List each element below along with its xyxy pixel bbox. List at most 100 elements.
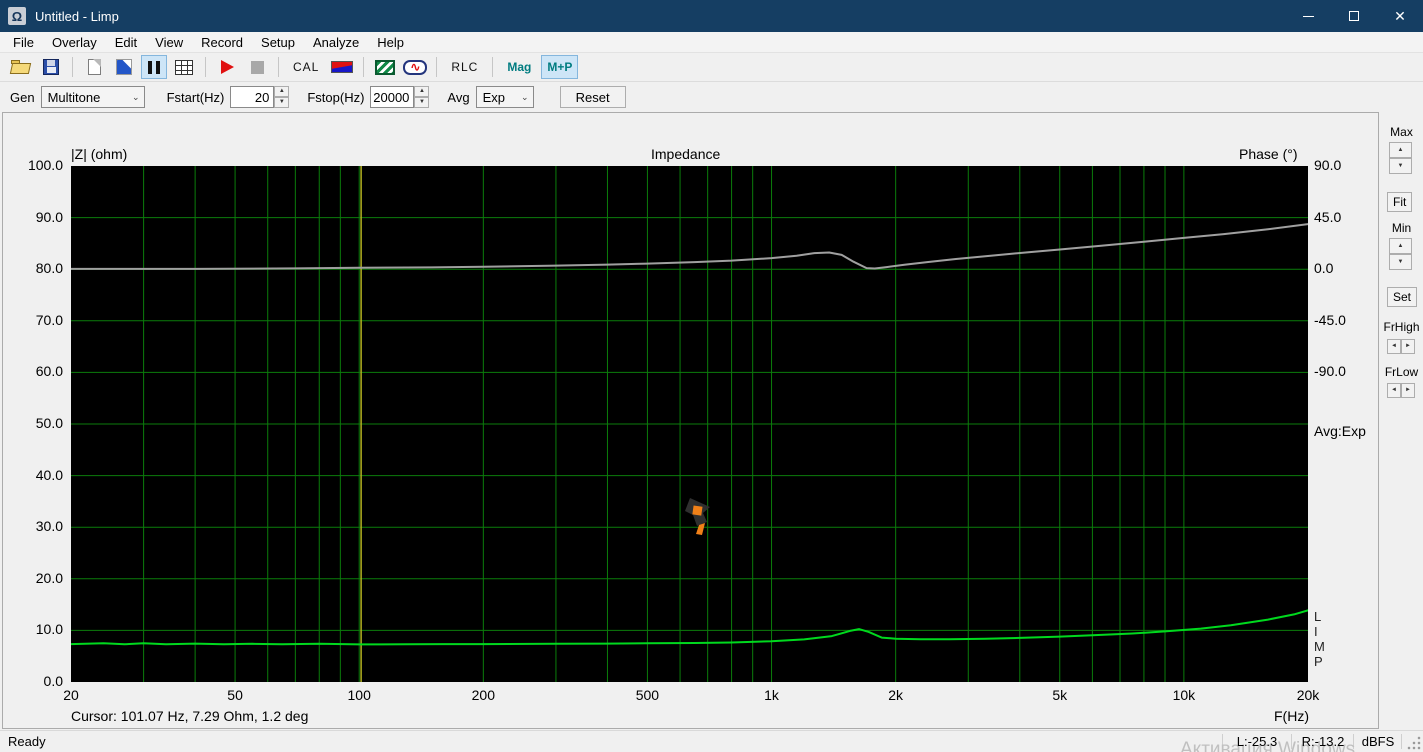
frlow-label: FrLow bbox=[1384, 365, 1419, 379]
pause-button[interactable] bbox=[141, 55, 167, 79]
min-label: Min bbox=[1391, 221, 1412, 235]
fstop-spinner[interactable]: ▲ ▼ bbox=[414, 86, 430, 108]
toolbar-separator bbox=[363, 57, 365, 77]
rlc-button[interactable]: RLC bbox=[445, 55, 484, 79]
frhigh-label: FrHigh bbox=[1383, 320, 1420, 334]
spinner-down-icon[interactable]: ▼ bbox=[1389, 158, 1412, 174]
left-axis-tick-label: 90.0 bbox=[35, 208, 63, 225]
mag-label: Mag bbox=[507, 60, 532, 74]
menu-item-edit[interactable]: Edit bbox=[106, 33, 146, 52]
menu-item-help[interactable]: Help bbox=[368, 33, 413, 52]
spinner-down-icon[interactable]: ▼ bbox=[1389, 254, 1412, 270]
reset-button[interactable]: Reset bbox=[559, 86, 626, 108]
colors-button[interactable] bbox=[111, 55, 137, 79]
chevron-down-icon: ⌄ bbox=[521, 91, 529, 102]
magnitude-phase-view-button[interactable]: M+P bbox=[541, 55, 579, 79]
toolbar-separator bbox=[72, 57, 73, 77]
max-spinner[interactable]: ▲ ▼ bbox=[1389, 142, 1412, 174]
table-button[interactable] bbox=[171, 55, 197, 79]
cursor-readout: Cursor: 101.07 Hz, 7.29 Ohm, 1.2 deg bbox=[71, 708, 309, 724]
x-axis-tick-label: 5k bbox=[1052, 687, 1068, 703]
pause-icon bbox=[148, 60, 160, 74]
right-axis-tick-label: 45.0 bbox=[1314, 208, 1342, 225]
menu-item-analyze[interactable]: Analyze bbox=[304, 33, 368, 52]
limp-watermark: LIMP bbox=[1314, 609, 1325, 669]
chart-panel: |Z| (ohm) Impedance Phase (°) Cursor: 10… bbox=[2, 112, 1379, 729]
avg-mode-text: Avg:Exp bbox=[1314, 423, 1366, 439]
spinner-down-icon[interactable]: ▼ bbox=[274, 97, 290, 108]
close-icon: ✕ bbox=[1394, 8, 1406, 24]
generator-button[interactable] bbox=[372, 55, 398, 79]
open-button[interactable] bbox=[8, 55, 34, 79]
stripes-icon bbox=[375, 59, 396, 75]
spinner-left-icon[interactable]: ◄ bbox=[1387, 383, 1401, 398]
plot-area[interactable] bbox=[70, 166, 1309, 682]
toolbar-separator bbox=[278, 57, 279, 77]
scale-control-panel: Max ▲ ▼ Fit Min ▲ ▼ Set FrHigh ◄ ► FrLow ◄ ► bbox=[1380, 112, 1423, 729]
x-axis-tick-label: 50 bbox=[227, 687, 243, 703]
menu-item-file[interactable]: File bbox=[4, 33, 43, 52]
frhigh-spinner[interactable]: ◄ ► bbox=[1387, 339, 1415, 354]
spinner-right-icon[interactable]: ► bbox=[1401, 339, 1415, 354]
save-floppy-icon bbox=[43, 59, 59, 75]
x-axis-tick-label: 20k bbox=[1296, 687, 1320, 703]
left-axis-tick-label: 0.0 bbox=[43, 673, 63, 689]
color-setup-icon bbox=[116, 59, 132, 75]
frlow-spinner[interactable]: ◄ ► bbox=[1387, 383, 1415, 398]
minimize-button[interactable] bbox=[1285, 0, 1331, 32]
flag-button[interactable] bbox=[329, 55, 355, 79]
left-axis-tick-label: 10.0 bbox=[35, 621, 63, 638]
generator-select[interactable]: Multitone ⌄ bbox=[40, 86, 145, 108]
menu-item-overlay[interactable]: Overlay bbox=[43, 33, 106, 52]
minimize-icon bbox=[1302, 15, 1314, 17]
spinner-up-icon[interactable]: ▲ bbox=[1389, 238, 1412, 254]
signal-button[interactable]: ∿ bbox=[402, 55, 428, 79]
left-axis-tick-label: 60.0 bbox=[35, 363, 63, 380]
spinner-left-icon[interactable]: ◄ bbox=[1387, 339, 1401, 354]
maximize-button[interactable] bbox=[1331, 0, 1377, 32]
right-axis-tick-label: 0.0 bbox=[1314, 260, 1334, 277]
x-axis-title: F(Hz) bbox=[1274, 708, 1309, 724]
menu-item-setup[interactable]: Setup bbox=[252, 33, 304, 52]
stop-button[interactable] bbox=[244, 55, 270, 79]
limp-letter: M bbox=[1314, 639, 1325, 654]
spinner-right-icon[interactable]: ► bbox=[1401, 383, 1415, 398]
menu-item-view[interactable]: View bbox=[146, 33, 192, 52]
fstart-spinner[interactable]: ▲ ▼ bbox=[274, 86, 290, 108]
fstart-input[interactable]: 20 bbox=[230, 86, 275, 108]
spinner-up-icon[interactable]: ▲ bbox=[414, 86, 430, 97]
set-button[interactable]: Set bbox=[1387, 287, 1418, 307]
table-grid-icon bbox=[175, 59, 193, 75]
copy-button[interactable] bbox=[81, 55, 107, 79]
close-button[interactable]: ✕ bbox=[1377, 0, 1423, 32]
x-axis-tick-label: 500 bbox=[635, 687, 660, 703]
spinner-up-icon[interactable]: ▲ bbox=[274, 86, 290, 97]
spinner-down-icon[interactable]: ▼ bbox=[414, 97, 430, 108]
avg-label: Avg bbox=[447, 89, 470, 105]
resize-grip[interactable] bbox=[1407, 736, 1421, 750]
right-axis-title: Phase (°) bbox=[1239, 146, 1298, 162]
left-axis-tick-label: 30.0 bbox=[35, 518, 63, 535]
status-units: dBFS bbox=[1361, 734, 1395, 749]
record-play-icon bbox=[220, 60, 234, 74]
magnitude-view-button[interactable]: Mag bbox=[501, 55, 537, 79]
title-bar: Ω Untitled - Limp ✕ bbox=[0, 0, 1423, 32]
avg-select[interactable]: Exp ⌄ bbox=[475, 86, 534, 108]
generator-select-value: Multitone bbox=[47, 89, 101, 105]
record-button[interactable] bbox=[214, 55, 240, 79]
calibrate-button[interactable]: CAL bbox=[287, 55, 325, 79]
min-spinner[interactable]: ▲ ▼ bbox=[1389, 238, 1412, 270]
calibrate-label: CAL bbox=[293, 60, 320, 74]
fit-button[interactable]: Fit bbox=[1387, 192, 1413, 212]
flag-icon bbox=[331, 61, 354, 73]
impedance-phase-plot bbox=[70, 166, 1309, 682]
toolbar-separator bbox=[205, 57, 206, 77]
menu-bar: File Overlay Edit View Record Setup Analyze Hel… bbox=[0, 32, 1423, 53]
fstop-input[interactable]: 20000 bbox=[370, 86, 415, 108]
menu-item-record[interactable]: Record bbox=[192, 33, 252, 52]
limp-letter: P bbox=[1314, 654, 1323, 669]
status-right-level: R:-13.2 bbox=[1301, 734, 1345, 749]
save-button[interactable] bbox=[38, 55, 64, 79]
spinner-up-icon[interactable]: ▲ bbox=[1389, 142, 1412, 158]
limp-letter: I bbox=[1314, 624, 1318, 639]
